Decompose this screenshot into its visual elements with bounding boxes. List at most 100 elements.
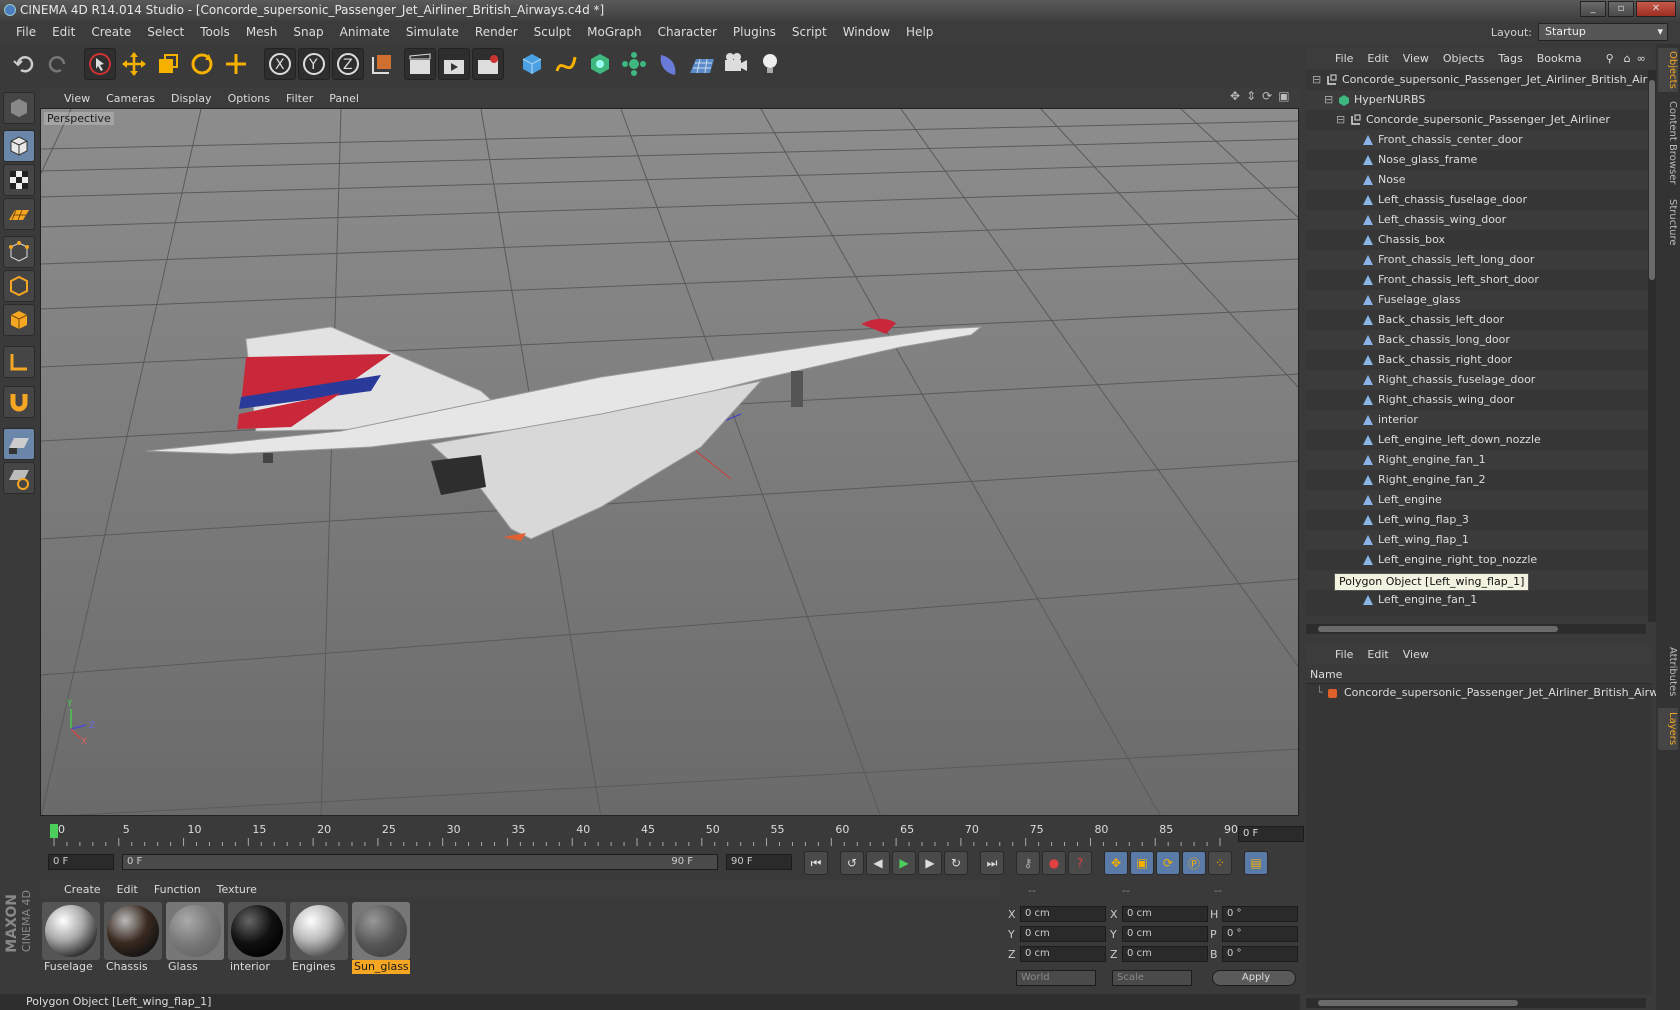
planar-workplane-button[interactable]	[3, 462, 35, 494]
object-row[interactable]: ⊟ Concorde_supersonic_Passenger_Jet_Airli…	[1306, 70, 1648, 90]
viewport-menu-panel[interactable]: Panel	[321, 92, 367, 105]
axis-mode-button[interactable]	[3, 346, 35, 378]
rot-h-field[interactable]: 0 °	[1222, 906, 1298, 922]
object-row[interactable]: Back_chassis_right_door	[1306, 350, 1648, 370]
close-button[interactable]: ✕	[1636, 1, 1676, 17]
size-mode-dropdown[interactable]: Scale	[1112, 970, 1192, 986]
menu-file[interactable]: File	[8, 25, 44, 39]
object-tree-hscrollbar[interactable]	[1306, 624, 1646, 634]
object-row[interactable]: Right_engine_fan_1	[1306, 450, 1648, 470]
snap-button[interactable]	[3, 386, 35, 418]
object-row[interactable]: Front_chassis_left_long_door	[1306, 250, 1648, 270]
object-row[interactable]: Left_chassis_wing_door	[1306, 210, 1648, 230]
tab-layers[interactable]: Layers	[1658, 708, 1678, 750]
viewport-pan-icon[interactable]: ✥	[1230, 89, 1240, 103]
size-z-field[interactable]: 0 cm	[1122, 946, 1208, 962]
menu-sculpt[interactable]: Sculpt	[526, 25, 579, 39]
end-frame-field[interactable]: 90 F	[726, 854, 792, 870]
add-camera-button[interactable]	[720, 48, 752, 80]
object-row[interactable]: Left_engine_right_top_nozzle	[1306, 550, 1648, 570]
object-row[interactable]: Left_wing_flap_3	[1306, 510, 1648, 530]
polygon-mode-button[interactable]	[3, 304, 35, 336]
add-deformer-button[interactable]	[652, 48, 684, 80]
menu-simulate[interactable]: Simulate	[398, 25, 467, 39]
objects-menu-objects[interactable]: Objects	[1436, 52, 1492, 65]
tab-attributes[interactable]: Attributes	[1658, 644, 1678, 700]
expand-toggle-icon[interactable]: ⊟	[1324, 90, 1333, 110]
render-view-button[interactable]	[404, 48, 436, 80]
key-scale-button[interactable]: ▣	[1130, 851, 1154, 875]
maximize-button[interactable]: ▫	[1608, 1, 1634, 17]
coordinate-system-button[interactable]	[366, 48, 398, 80]
viewport-menu-view[interactable]: View	[56, 92, 98, 105]
render-settings-button[interactable]	[472, 48, 504, 80]
menu-render[interactable]: Render	[467, 25, 526, 39]
scroll-thumb[interactable]	[1318, 1000, 1518, 1006]
add-light-button[interactable]	[754, 48, 786, 80]
previous-frame-button[interactable]: ◀	[866, 851, 890, 875]
expand-toggle-icon[interactable]: ⊟	[1312, 70, 1321, 90]
add-cube-button[interactable]	[516, 48, 548, 80]
search-icon[interactable]: ⚲	[1599, 52, 1621, 65]
home-icon[interactable]: ⌂	[1621, 52, 1634, 65]
undo-button[interactable]	[8, 48, 40, 80]
object-row[interactable]: Nose_glass_frame	[1306, 150, 1648, 170]
object-row[interactable]: Fuselage_glass	[1306, 290, 1648, 310]
menu-script[interactable]: Script	[784, 25, 835, 39]
layout-dropdown[interactable]: Startup	[1538, 23, 1668, 41]
object-row[interactable]: Right_chassis_fuselage_door	[1306, 370, 1648, 390]
key-parameter-button[interactable]: Ⓟ	[1182, 851, 1206, 875]
object-row[interactable]: Left_engine_left_down_nozzle	[1306, 430, 1648, 450]
layers-menu-file[interactable]: File	[1328, 648, 1360, 661]
menu-edit[interactable]: Edit	[44, 25, 83, 39]
model-mode-button[interactable]	[3, 130, 35, 162]
edge-mode-button[interactable]	[3, 270, 35, 302]
viewport-dolly-icon[interactable]: ⇕	[1246, 89, 1256, 103]
next-frame-button[interactable]: ▶	[918, 851, 942, 875]
previous-key-button[interactable]: ↺	[840, 851, 864, 875]
go-to-end-button[interactable]: ⏭	[980, 851, 1004, 875]
frame-range-slider[interactable]: 0 F 90 F	[122, 854, 718, 870]
material-chassis[interactable]: Chassis	[104, 902, 162, 976]
material-engines[interactable]: Engines	[290, 902, 348, 976]
rot-b-field[interactable]: 0 °	[1222, 946, 1298, 962]
tab-structure[interactable]: Structure	[1658, 194, 1678, 250]
rotate-tool-button[interactable]	[186, 48, 218, 80]
point-mode-button[interactable]	[3, 236, 35, 268]
layers-menu-view[interactable]: View	[1396, 648, 1436, 661]
layers-menu-edit[interactable]: Edit	[1360, 648, 1395, 661]
viewport-rotate-icon[interactable]: ⟳	[1262, 89, 1272, 103]
menu-help[interactable]: Help	[898, 25, 941, 39]
redo-button[interactable]	[42, 48, 74, 80]
perspective-viewport[interactable]: Perspective Y Z X	[40, 108, 1299, 816]
object-row[interactable]: Left_engine_fan_1	[1306, 590, 1648, 610]
object-row[interactable]: ⊟ Concorde_supersonic_Passenger_Jet_Airli…	[1306, 110, 1648, 130]
objects-menu-file[interactable]: File	[1328, 52, 1360, 65]
timeline-window-button[interactable]: ▤	[1244, 851, 1268, 875]
size-y-field[interactable]: 0 cm	[1122, 926, 1208, 942]
menu-character[interactable]: Character	[650, 25, 725, 39]
material-menu-function[interactable]: Function	[146, 883, 209, 896]
play-forward-button[interactable]: ▶	[892, 851, 916, 875]
objects-menu-view[interactable]: View	[1396, 52, 1436, 65]
add-tool-button[interactable]	[220, 48, 252, 80]
object-row[interactable]: Back_chassis_long_door	[1306, 330, 1648, 350]
material-interior[interactable]: interior	[228, 902, 286, 976]
x-axis-lock-button[interactable]: X	[264, 48, 296, 80]
menu-snap[interactable]: Snap	[285, 25, 331, 39]
menu-select[interactable]: Select	[139, 25, 192, 39]
timeline-ruler[interactable]: 0 5 10 15 20 25 30 35 40 45 50 55 60 65 70 75 80 85 90	[40, 820, 1300, 846]
make-editable-button[interactable]	[3, 92, 35, 124]
object-row[interactable]: Front_chassis_center_door	[1306, 130, 1648, 150]
chain-icon[interactable]: ∞	[1634, 52, 1649, 65]
object-row[interactable]: ⊟ HyperNURBS	[1306, 90, 1648, 110]
menu-animate[interactable]: Animate	[332, 25, 398, 39]
texture-mode-button[interactable]	[3, 164, 35, 196]
objects-menu-edit[interactable]: Edit	[1360, 52, 1395, 65]
material-glass[interactable]: Glass	[166, 902, 224, 976]
object-row[interactable]: Right_chassis_wing_door	[1306, 390, 1648, 410]
go-to-start-button[interactable]: ⏮	[804, 851, 828, 875]
object-row[interactable]: Back_chassis_left_door	[1306, 310, 1648, 330]
menu-tools[interactable]: Tools	[192, 25, 238, 39]
object-tree-vscrollbar[interactable]	[1648, 70, 1656, 622]
